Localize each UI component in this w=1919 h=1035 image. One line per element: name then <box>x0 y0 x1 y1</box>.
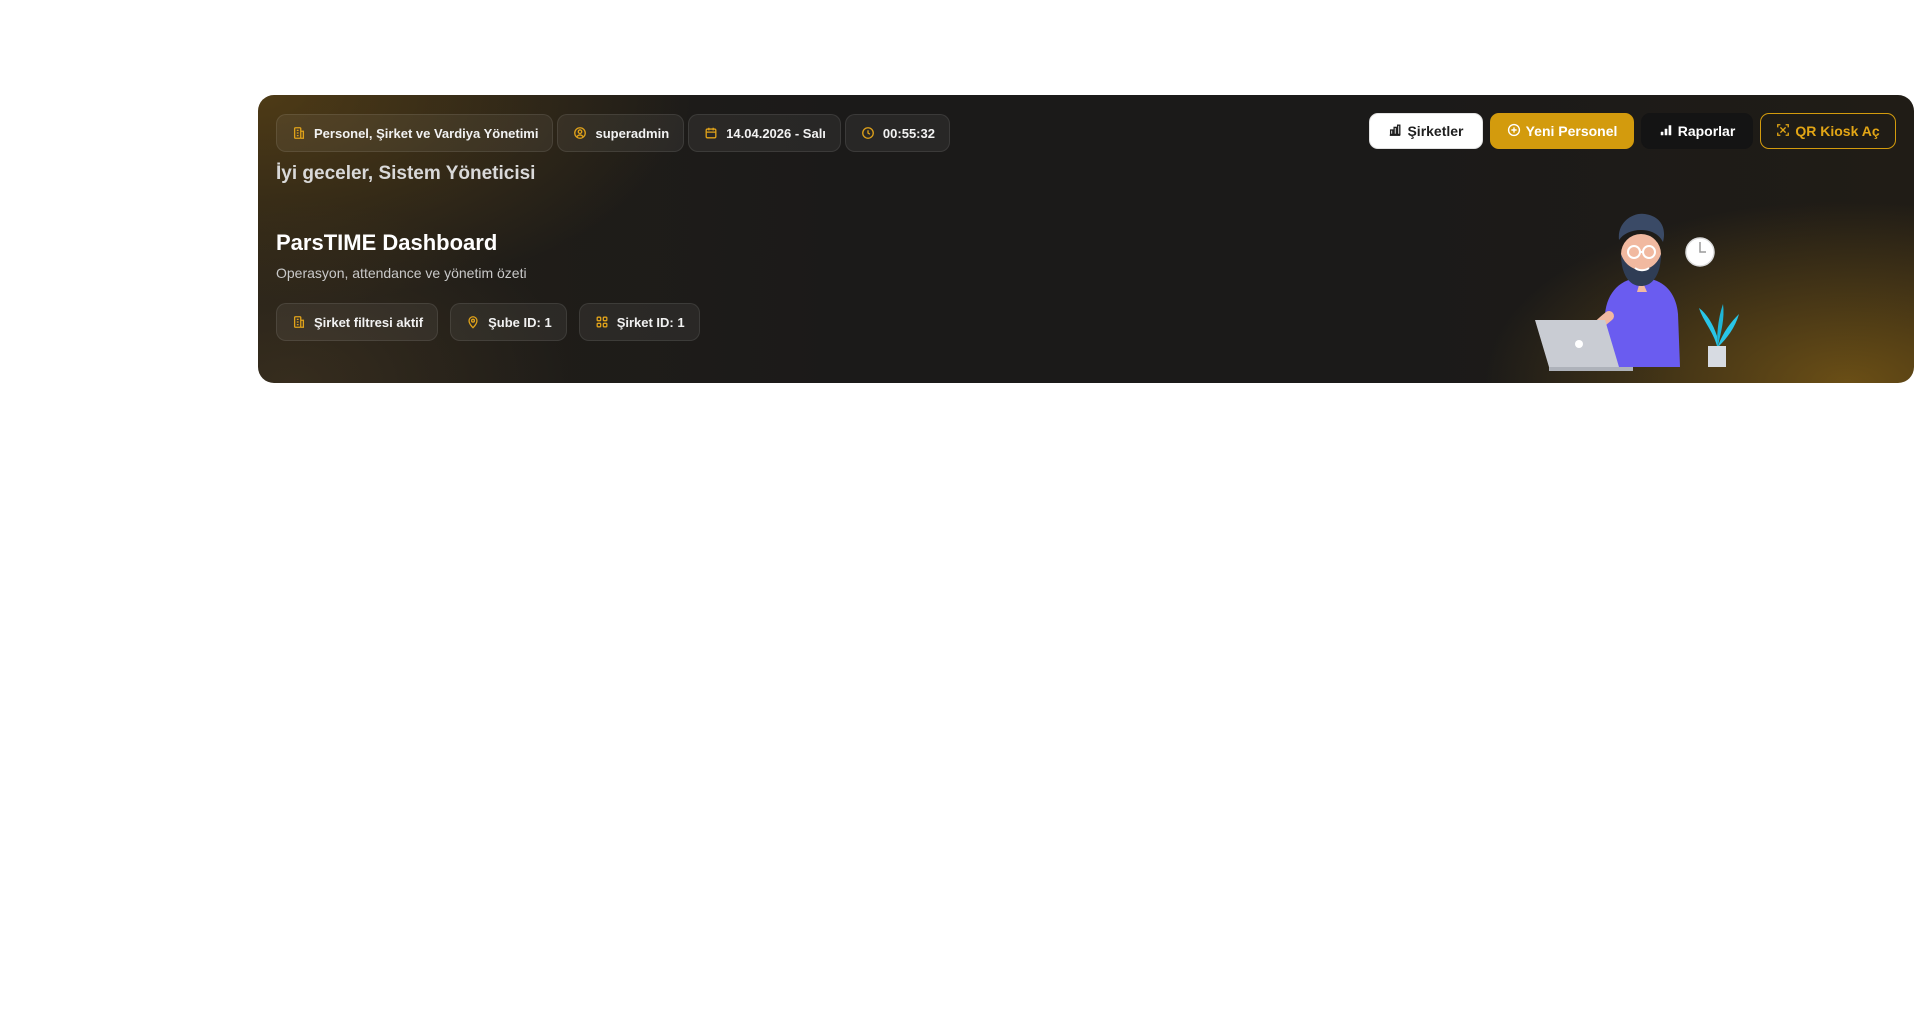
chip-module: Personel, Şirket ve Vardiya Yönetimi <box>276 114 554 152</box>
chip-time: 00:55:32 <box>844 114 950 152</box>
bar-chart-icon <box>1388 123 1402 140</box>
plus-circle-icon <box>1507 123 1521 140</box>
chip-branch-id-label: Şube ID: 1 <box>488 314 552 330</box>
person-with-laptop-illustration <box>1535 213 1739 371</box>
wall-clock-icon <box>1685 237 1715 267</box>
filter-chip-row: Şirket filtresi aktif Şube ID: 1 Şirket … <box>276 303 700 341</box>
chip-user: superadmin <box>557 114 685 152</box>
reports-button-label: Raporlar <box>1677 123 1736 139</box>
calendar-icon <box>704 126 718 140</box>
companies-button[interactable]: Şirketler <box>1369 113 1483 149</box>
chip-company-id-label: Şirket ID: 1 <box>616 314 685 330</box>
new-staff-button-label: Yeni Personel <box>1525 123 1618 139</box>
plant-icon <box>1699 304 1739 367</box>
dashboard-hero: Personel, Şirket ve Vardiya Yönetimi sup… <box>258 95 1914 383</box>
chip-time-label: 00:55:32 <box>882 125 935 141</box>
page-title: ParsTIME Dashboard <box>276 230 498 255</box>
building-icon <box>292 315 306 329</box>
user-circle-icon <box>573 126 587 140</box>
map-pin-icon <box>466 315 480 329</box>
qr-scan-icon <box>1776 123 1790 140</box>
page-subtitle: Operasyon, attendance ve yönetim özeti <box>276 265 527 281</box>
chip-module-label: Personel, Şirket ve Vardiya Yönetimi <box>314 125 539 141</box>
header-actions: Şirketler Yeni Personel Raporlar QR Kios… <box>1369 113 1896 149</box>
clock-icon <box>861 126 875 140</box>
signal-bars-icon <box>1659 123 1673 140</box>
chip-company-filter: Şirket filtresi aktif <box>276 303 439 341</box>
chip-branch-id: Şube ID: 1 <box>450 303 567 341</box>
qr-kiosk-button[interactable]: QR Kiosk Aç <box>1760 113 1896 149</box>
reports-button[interactable]: Raporlar <box>1641 113 1753 149</box>
info-chip-row: Personel, Şirket ve Vardiya Yönetimi sup… <box>276 114 950 152</box>
companies-button-label: Şirketler <box>1407 123 1464 139</box>
grid-icon <box>595 315 609 329</box>
new-staff-button[interactable]: Yeni Personel <box>1490 113 1634 149</box>
chip-date-label: 14.04.2026 - Salı <box>726 125 826 141</box>
chip-date: 14.04.2026 - Salı <box>688 114 841 152</box>
greeting-text: İyi geceler, Sistem Yöneticisi <box>276 163 536 184</box>
chip-company-id: Şirket ID: 1 <box>578 303 700 341</box>
building-icon <box>292 126 306 140</box>
chip-user-label: superadmin <box>595 125 670 141</box>
qr-kiosk-button-label: QR Kiosk Aç <box>1795 123 1880 139</box>
chip-company-filter-label: Şirket filtresi aktif <box>314 314 424 330</box>
